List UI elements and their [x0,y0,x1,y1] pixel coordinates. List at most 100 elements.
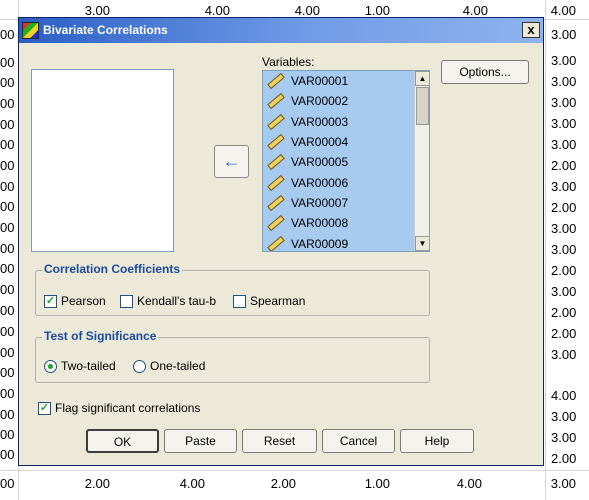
cell-right[interactable]: 2.00 [551,326,576,341]
cell-left[interactable]: 00 [0,427,14,442]
cell-top-6[interactable]: 4.00 [526,3,576,18]
cell-left[interactable]: 00 [0,407,14,422]
cell-left[interactable]: 00 [0,476,14,491]
cell-right[interactable]: 3.00 [551,409,576,424]
cell-top-3[interactable]: 4.00 [270,3,320,18]
cell-right[interactable]: 3.00 [551,137,576,152]
scale-ruler-icon [267,215,285,232]
variable-label: VAR00005 [291,155,349,170]
one-tailed-radio[interactable]: One-tailed [133,359,205,373]
correlation-coefficients-group: Correlation Coefficients ✓ Pearson Kenda… [35,262,430,316]
source-variables-list[interactable]: VAR00001 VAR00002 VAR00003 VAR00004 VAR0… [262,70,430,252]
list-item[interactable]: VAR00009 [263,233,415,251]
bivariate-correlations-dialog: Bivariate Correlations x ← Variables: VA… [18,17,544,466]
radio-icon [133,359,146,373]
scroll-down-button[interactable]: ▼ [415,236,430,251]
cell-left[interactable]: 00 [0,365,14,380]
cell-right[interactable]: 2.00 [551,200,576,215]
cell-bottom-6[interactable]: 3.00 [526,476,576,491]
cell-left[interactable]: 00 [0,27,14,42]
cell-bottom-3[interactable]: 2.00 [246,476,296,491]
cell-right[interactable]: 3.00 [551,179,576,194]
two-tailed-radio[interactable]: Two-tailed [44,359,116,373]
cell-left[interactable]: 00 [0,55,14,70]
list-item[interactable]: VAR00005 [263,152,415,172]
triangle-up-icon: ▲ [418,74,427,83]
cell-top-2[interactable]: 4.00 [180,3,230,18]
cell-left[interactable]: 00 [0,137,14,152]
close-button[interactable]: x [522,22,540,38]
cell-left[interactable]: 00 [0,386,14,401]
cell-bottom-2[interactable]: 4.00 [155,476,205,491]
list-item[interactable]: VAR00003 [263,112,415,132]
cell-right[interactable]: 2.00 [551,158,576,173]
cell-left[interactable]: 00 [0,220,14,235]
variable-items: VAR00001 VAR00002 VAR00003 VAR00004 VAR0… [263,71,415,251]
cell-left[interactable]: 00 [0,447,14,462]
triangle-down-icon: ▼ [418,239,427,248]
cell-right[interactable]: 3.00 [551,284,576,299]
variable-label: VAR00003 [291,114,349,129]
options-button[interactable]: Options... [441,60,529,84]
cell-left[interactable]: 00 [0,199,14,214]
cell-right[interactable]: 2.00 [551,263,576,278]
cell-right[interactable]: 3.00 [551,53,576,68]
cell-left[interactable]: 00 [0,75,14,90]
radio-label: Two-tailed [61,359,116,373]
cell-top-4[interactable]: 1.00 [340,3,390,18]
move-variable-button[interactable]: ← [214,145,249,178]
list-item[interactable]: VAR00004 [263,132,415,152]
variables-scrollbar[interactable]: ▲ ▼ [414,71,430,251]
cell-right[interactable]: 3.00 [551,347,576,362]
cell-left[interactable]: 00 [0,96,14,111]
reset-button[interactable]: Reset [242,429,317,453]
cell-left[interactable]: 00 [0,261,14,276]
checkbox-label: Kendall's tau-b [137,294,217,308]
scale-ruler-icon [267,113,285,130]
variable-label: VAR00004 [291,135,349,150]
pearson-checkbox[interactable]: ✓ Pearson [44,294,106,308]
cell-right[interactable]: 3.00 [551,221,576,236]
paste-button[interactable]: Paste [164,429,237,453]
cell-right[interactable]: 4.00 [551,388,576,403]
help-button[interactable]: Help [400,429,474,453]
title-bar[interactable]: Bivariate Correlations x [19,18,543,43]
cell-top-5[interactable]: 4.00 [438,3,488,18]
cell-bottom-5[interactable]: 4.00 [432,476,482,491]
cell-left[interactable]: 00 [0,117,14,132]
list-item[interactable]: VAR00006 [263,172,415,192]
cell-right[interactable]: 2.00 [551,451,576,466]
spearman-checkbox[interactable]: Spearman [233,294,305,308]
cell-left[interactable]: 00 [0,345,14,360]
ok-button[interactable]: OK [86,429,159,453]
list-item[interactable]: VAR00008 [263,213,415,233]
variable-label: VAR00008 [291,216,349,231]
scroll-up-button[interactable]: ▲ [415,71,430,86]
cell-left[interactable]: 00 [0,158,14,173]
list-item[interactable]: VAR00007 [263,193,415,213]
cell-left[interactable]: 00 [0,241,14,256]
cell-right[interactable]: 3.00 [551,95,576,110]
cell-left[interactable]: 00 [0,303,14,318]
selected-variables-list[interactable] [31,69,174,252]
list-item[interactable]: VAR00001 [263,71,415,91]
cell-left[interactable]: 00 [0,282,14,297]
list-item[interactable]: VAR00002 [263,91,415,111]
cell-right[interactable]: 2.00 [551,305,576,320]
cell-bottom-4[interactable]: 1.00 [340,476,390,491]
cell-left[interactable]: 00 [0,324,14,339]
flag-significant-checkbox[interactable]: ✓ Flag significant correlations [38,401,200,415]
variable-label: VAR00006 [291,175,349,190]
cell-right[interactable]: 3.00 [551,242,576,257]
cell-top-1[interactable]: 3.00 [60,3,110,18]
cell-bottom-1[interactable]: 2.00 [60,476,110,491]
cell-right[interactable]: 3.00 [551,430,576,445]
cell-right[interactable]: 3.00 [551,74,576,89]
cell-right[interactable]: 3.00 [551,27,576,42]
scroll-thumb[interactable] [416,87,429,125]
cell-left[interactable]: 00 [0,179,14,194]
scale-ruler-icon [267,73,285,90]
cell-right[interactable]: 3.00 [551,116,576,131]
kendall-checkbox[interactable]: Kendall's tau-b [120,294,216,308]
cancel-button[interactable]: Cancel [322,429,395,453]
